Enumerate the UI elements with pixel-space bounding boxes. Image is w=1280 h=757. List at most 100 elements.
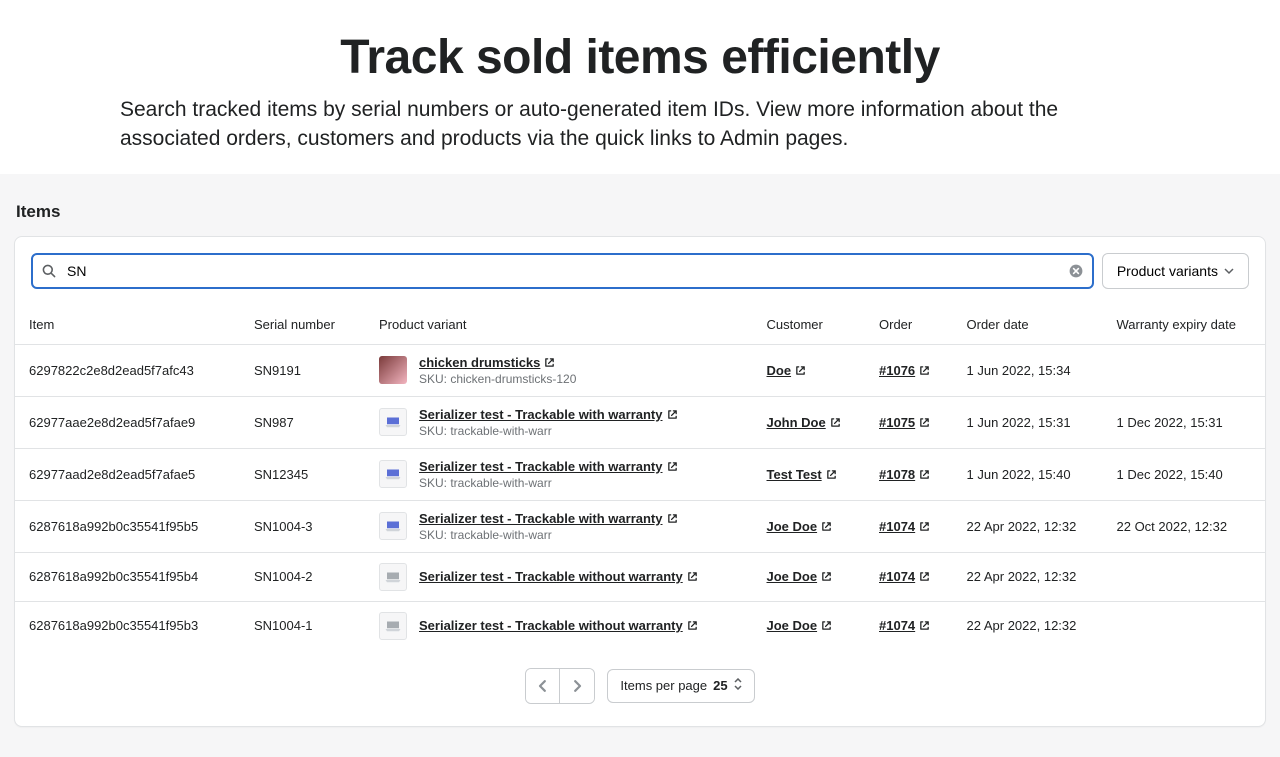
cell-item-id: 62977aad2e8d2ead5f7afae5 [15,448,240,500]
product-thumbnail [379,612,407,640]
order-link[interactable]: #1078 [879,467,930,482]
external-link-icon [919,417,930,428]
cell-serial: SN12345 [240,448,365,500]
table-row: 6297822c2e8d2ead5f7afc43SN9191 chicken dr… [15,344,1265,396]
search-input[interactable] [31,253,1094,289]
cell-warranty [1103,552,1266,601]
col-serial: Serial number [240,305,365,345]
col-customer: Customer [753,305,866,345]
product-thumbnail [379,512,407,540]
variant-link[interactable]: Serializer test - Trackable without warr… [419,618,698,633]
cell-order-date: 1 Jun 2022, 15:34 [953,344,1103,396]
sku-label: SKU: trackable-with-warr [419,528,678,542]
order-link[interactable]: #1074 [879,618,930,633]
external-link-icon [919,469,930,480]
items-card: Product variants Item Serial number Prod… [14,236,1266,727]
external-link-icon [826,469,837,480]
sort-icon [734,678,742,693]
pager [525,668,595,704]
variant-link[interactable]: Serializer test - Trackable with warrant… [419,459,678,474]
order-link[interactable]: #1074 [879,569,930,584]
external-link-icon [544,357,555,368]
customer-link[interactable]: Joe Doe [767,569,833,584]
customer-link[interactable]: Joe Doe [767,618,833,633]
cell-item-id: 62977aae2e8d2ead5f7afae9 [15,396,240,448]
variant-link[interactable]: Serializer test - Trackable with warrant… [419,407,678,422]
cell-serial: SN9191 [240,344,365,396]
search-icon [41,263,57,279]
col-variant: Product variant [365,305,753,345]
cell-warranty: 1 Dec 2022, 15:40 [1103,448,1266,500]
sku-label: SKU: trackable-with-warr [419,424,678,438]
order-link[interactable]: #1076 [879,363,930,378]
items-table: Item Serial number Product variant Custo… [15,305,1265,650]
customer-link[interactable]: John Doe [767,415,841,430]
col-item: Item [15,305,240,345]
order-link[interactable]: #1075 [879,415,930,430]
table-row: 62977aae2e8d2ead5f7afae9SN987 Serializer … [15,396,1265,448]
customer-link[interactable]: Joe Doe [767,519,833,534]
cell-item-id: 6287618a992b0c35541f95b4 [15,552,240,601]
items-per-page-value: 25 [713,678,727,693]
cell-order-date: 22 Apr 2022, 12:32 [953,552,1103,601]
cell-order-date: 1 Jun 2022, 15:40 [953,448,1103,500]
table-row: 6287618a992b0c35541f95b5SN1004-3 Serializ… [15,500,1265,552]
clear-search-icon[interactable] [1068,263,1084,279]
external-link-icon [821,620,832,631]
page-size-select[interactable]: Items per page 25 [607,669,754,703]
cell-warranty: 22 Oct 2022, 12:32 [1103,500,1266,552]
cell-warranty: 1 Dec 2022, 15:31 [1103,396,1266,448]
page-title: Track sold items efficiently [120,30,1160,85]
product-thumbnail [379,563,407,591]
col-warranty: Warranty expiry date [1103,305,1266,345]
cell-order-date: 22 Apr 2022, 12:32 [953,601,1103,650]
external-link-icon [667,409,678,420]
cell-item-id: 6297822c2e8d2ead5f7afc43 [15,344,240,396]
order-link[interactable]: #1074 [879,519,930,534]
next-page-button[interactable] [560,669,594,703]
cell-order-date: 1 Jun 2022, 15:31 [953,396,1103,448]
prev-page-button[interactable] [526,669,560,703]
col-order: Order [865,305,953,345]
external-link-icon [919,571,930,582]
cell-item-id: 6287618a992b0c35541f95b3 [15,601,240,650]
table-row: 6287618a992b0c35541f95b4SN1004-2 Serializ… [15,552,1265,601]
cell-order-date: 22 Apr 2022, 12:32 [953,500,1103,552]
cell-warranty [1103,344,1266,396]
cell-serial: SN987 [240,396,365,448]
external-link-icon [687,571,698,582]
section-title: Items [16,202,1266,222]
customer-link[interactable]: Test Test [767,467,837,482]
external-link-icon [821,571,832,582]
cell-warranty [1103,601,1266,650]
external-link-icon [919,521,930,532]
product-thumbnail [379,356,407,384]
cell-serial: SN1004-1 [240,601,365,650]
cell-item-id: 6287618a992b0c35541f95b5 [15,500,240,552]
customer-link[interactable]: Doe [767,363,807,378]
table-row: 6287618a992b0c35541f95b3SN1004-1 Serializ… [15,601,1265,650]
variant-link[interactable]: Serializer test - Trackable without warr… [419,569,698,584]
sku-label: SKU: trackable-with-warr [419,476,678,490]
cell-serial: SN1004-2 [240,552,365,601]
external-link-icon [830,417,841,428]
cell-serial: SN1004-3 [240,500,365,552]
items-per-page-label: Items per page [620,678,707,693]
page-subtitle: Search tracked items by serial numbers o… [120,95,1160,154]
product-thumbnail [379,460,407,488]
caret-down-icon [1224,266,1234,276]
external-link-icon [795,365,806,376]
variant-link[interactable]: Serializer test - Trackable with warrant… [419,511,678,526]
external-link-icon [821,521,832,532]
product-variants-label: Product variants [1117,263,1218,279]
external-link-icon [667,461,678,472]
product-thumbnail [379,408,407,436]
external-link-icon [687,620,698,631]
variant-link[interactable]: chicken drumsticks [419,355,555,370]
sku-label: SKU: chicken-drumsticks-120 [419,372,576,386]
table-row: 62977aad2e8d2ead5f7afae5SN12345 Serialize… [15,448,1265,500]
external-link-icon [667,513,678,524]
col-order-date: Order date [953,305,1103,345]
external-link-icon [919,620,930,631]
product-variants-filter-button[interactable]: Product variants [1102,253,1249,289]
